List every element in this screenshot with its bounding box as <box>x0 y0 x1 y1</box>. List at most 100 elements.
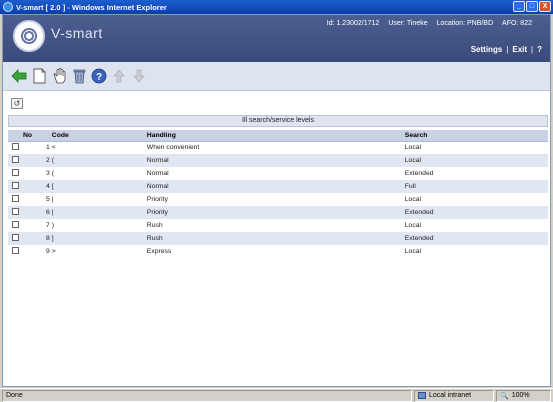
table-header-row: No Code Handling Search <box>8 130 548 142</box>
service-levels-table: No Code Handling Search 1 < When conveni… <box>8 130 548 258</box>
column-header-no: No <box>21 130 50 142</box>
row-select[interactable] <box>8 154 21 167</box>
row-select[interactable] <box>8 167 21 180</box>
cell-search: Extended <box>402 167 548 180</box>
refresh-button[interactable]: ↺ <box>11 98 23 109</box>
session-location: Location: PNB/BD <box>436 20 494 27</box>
table-row[interactable]: 6 | Priority Extended <box>8 206 548 219</box>
cell-code: > <box>49 245 145 258</box>
row-select[interactable] <box>8 180 21 193</box>
cell-handling: Rush <box>144 219 403 232</box>
cell-no: 4 <box>21 180 50 193</box>
row-select[interactable] <box>8 219 21 232</box>
security-zone: Local intranet <box>414 389 494 402</box>
cell-code: | <box>49 193 145 206</box>
cell-search: Local <box>402 141 548 154</box>
link-separator: | <box>506 45 509 54</box>
column-header-handling: Handling <box>144 130 403 142</box>
cell-code: | <box>49 206 145 219</box>
table-row[interactable]: 1 < When convenient Local <box>8 141 548 154</box>
cell-search: Full <box>402 180 548 193</box>
back-arrow-icon[interactable] <box>11 68 27 84</box>
exit-link[interactable]: Exit <box>512 45 527 54</box>
row-select[interactable] <box>8 232 21 245</box>
settings-link[interactable]: Settings <box>471 45 503 54</box>
window-title: V-smart [ 2.0 ] - Windows Internet Explo… <box>16 2 167 12</box>
close-button[interactable]: X <box>539 1 551 12</box>
new-document-icon[interactable] <box>31 68 47 84</box>
window-titlebar: V-smart [ 2.0 ] - Windows Internet Explo… <box>0 0 553 14</box>
cell-code: ( <box>49 167 145 180</box>
cell-no: 7 <box>21 219 50 232</box>
cell-no: 8 <box>21 232 50 245</box>
cell-handling: Normal <box>144 154 403 167</box>
row-select[interactable] <box>8 245 21 258</box>
app-header: V-smart Id: 1.23002/1712 User: Tineke Lo… <box>3 15 550 62</box>
status-text: Done <box>2 389 412 402</box>
hand-select-icon[interactable] <box>51 68 67 84</box>
column-header-code: Code <box>49 130 145 142</box>
up-arrow-icon[interactable] <box>111 68 127 84</box>
cell-code: ) <box>49 219 145 232</box>
row-checkbox[interactable] <box>12 156 19 163</box>
cell-handling: Normal <box>144 180 403 193</box>
row-checkbox[interactable] <box>12 143 19 151</box>
cell-handling: Priority <box>144 193 403 206</box>
section-title: Ill search/service levels <box>8 115 548 127</box>
link-separator: | <box>531 45 534 54</box>
status-bar: Done Local intranet 🔍 100% <box>0 388 553 402</box>
cell-handling: Priority <box>144 206 403 219</box>
table-row[interactable]: 7 ) Rush Local <box>8 219 548 232</box>
toolbar: ? <box>3 62 550 91</box>
cell-handling: Normal <box>144 167 403 180</box>
table-row[interactable]: 8 ] Rush Extended <box>8 232 548 245</box>
header-links: Settings | Exit | ? <box>471 45 542 54</box>
zoom-level: 100% <box>511 392 530 399</box>
cell-handling: When convenient <box>144 141 403 154</box>
cell-no: 9 <box>21 245 50 258</box>
row-checkbox[interactable] <box>12 221 19 228</box>
browser-content: V-smart Id: 1.23002/1712 User: Tineke Lo… <box>2 14 551 387</box>
ie-icon <box>3 2 13 12</box>
zone-label: Local intranet <box>429 392 472 399</box>
column-header-search: Search <box>402 130 548 142</box>
row-checkbox[interactable] <box>12 169 19 176</box>
cell-search: Local <box>402 219 548 232</box>
zoom-control[interactable]: 🔍 100% <box>496 389 551 402</box>
row-checkbox[interactable] <box>12 182 19 189</box>
row-checkbox[interactable] <box>12 195 19 202</box>
cell-search: Extended <box>402 206 548 219</box>
row-select[interactable] <box>8 141 21 154</box>
row-checkbox[interactable] <box>12 208 19 215</box>
table-row[interactable]: 4 [ Normal Full <box>8 180 548 193</box>
cell-no: 6 <box>21 206 50 219</box>
minimize-button[interactable]: _ <box>513 1 525 12</box>
maximize-button[interactable]: □ <box>526 1 538 12</box>
table-row[interactable]: 2 ( Normal Local <box>8 154 548 167</box>
session-info: Id: 1.23002/1712 User: Tineke Location: … <box>327 20 532 27</box>
down-arrow-icon[interactable] <box>131 68 147 84</box>
cell-search: Local <box>402 154 548 167</box>
cell-search: Local <box>402 193 548 206</box>
cell-code: < <box>49 141 145 154</box>
cell-handling: Express <box>144 245 403 258</box>
cell-search: Local <box>402 245 548 258</box>
help-icon[interactable]: ? <box>91 68 107 84</box>
trash-icon[interactable] <box>71 68 87 84</box>
cell-no: 3 <box>21 167 50 180</box>
row-select[interactable] <box>8 206 21 219</box>
help-link[interactable]: ? <box>537 45 542 54</box>
row-checkbox[interactable] <box>12 247 19 254</box>
cell-code: [ <box>49 180 145 193</box>
zoom-icon: 🔍 <box>500 392 509 400</box>
row-select[interactable] <box>8 193 21 206</box>
table-row[interactable]: 9 > Express Local <box>8 245 548 258</box>
table-row[interactable]: 3 ( Normal Extended <box>8 167 548 180</box>
row-checkbox[interactable] <box>12 234 19 241</box>
cell-search: Extended <box>402 232 548 245</box>
session-afo: AFO: 822 <box>502 20 532 27</box>
brand-name: V-smart <box>51 25 103 41</box>
cell-code: ( <box>49 154 145 167</box>
cell-handling: Rush <box>144 232 403 245</box>
table-row[interactable]: 5 | Priority Local <box>8 193 548 206</box>
